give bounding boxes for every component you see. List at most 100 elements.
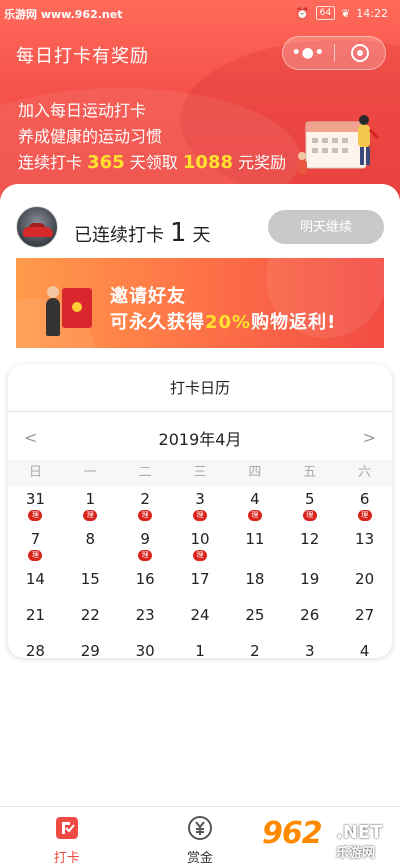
calendar-day[interactable]: 3 <box>282 638 337 658</box>
day-number: 4 <box>250 490 260 508</box>
calendar-day[interactable]: 17 <box>173 566 228 602</box>
banner-line-2-suffix: 购物返利! <box>251 312 337 333</box>
checked-in-badge: 理 <box>28 550 43 561</box>
calendar-day[interactable]: 31 理 <box>8 486 63 526</box>
weekday: 六 <box>358 465 372 480</box>
day-number: 25 <box>245 606 265 624</box>
day-number: 20 <box>355 570 375 588</box>
checked-in-badge: 理 <box>247 510 262 521</box>
calendar-day[interactable]: 12 <box>282 526 337 566</box>
checkin-icon <box>55 817 78 839</box>
calendar-day[interactable]: 4理 <box>227 486 282 526</box>
capsule-close-icon[interactable] <box>334 44 385 62</box>
weekday-header: 日 一 二 三 四 五 六 <box>8 460 392 486</box>
checked-in-badge: 理 <box>302 510 317 521</box>
day-number: 12 <box>300 530 320 548</box>
tab-checkin[interactable]: 打卡 <box>0 807 133 866</box>
calendar-day[interactable]: 28 <box>8 638 63 658</box>
invite-friends-banner[interactable]: 邀请好友 可永久获得20%购物返利! <box>16 258 384 348</box>
watermark-number: 962 <box>262 816 323 851</box>
calendar-day[interactable]: 6理 <box>337 486 392 526</box>
calendar-day[interactable]: 1理 <box>63 486 118 526</box>
calendar-day[interactable]: 19 <box>282 566 337 602</box>
red-envelope-icon <box>62 288 92 328</box>
calendar-day[interactable]: 2理 <box>118 486 173 526</box>
day-number: 3 <box>195 490 205 508</box>
calendar-day[interactable]: 11 <box>227 526 282 566</box>
person-illustration <box>46 298 60 336</box>
calendar-day[interactable]: 5理 <box>282 486 337 526</box>
calendar-day[interactable]: 23 <box>118 602 173 638</box>
watermark-net: .NET <box>336 822 383 843</box>
banner-line-2: 可永久获得20%购物返利! <box>110 310 336 336</box>
calendar-day[interactable]: 10 理 <box>173 526 228 566</box>
calendar-day[interactable]: 7理 <box>8 526 63 566</box>
calendar-day[interactable]: 8 <box>63 526 118 566</box>
banner-text: 邀请好友 可永久获得20%购物返利! <box>110 284 336 336</box>
calendar-day[interactable]: 16 <box>118 566 173 602</box>
continue-tomorrow-button[interactable]: 明天继续 <box>268 210 384 244</box>
watermark-cn: 乐游网 <box>336 846 376 861</box>
mini-program-capsule: •●• <box>282 36 386 70</box>
calendar-day[interactable]: 14 <box>8 566 63 602</box>
checkin-streak: 已连续打卡 1 天 <box>74 218 211 248</box>
calendar-day[interactable]: 25 <box>227 602 282 638</box>
status-bar: 乐游网 www.962.net ⏰ 64 ❦ 14:22 <box>0 0 400 28</box>
calendar-day[interactable]: 21 <box>8 602 63 638</box>
avatar[interactable] <box>16 206 58 248</box>
checked-in-badge: 理 <box>138 550 153 561</box>
day-number: 2 <box>250 642 260 658</box>
calendar-day[interactable]: 22 <box>63 602 118 638</box>
streak-prefix: 已连续打卡 <box>74 225 164 246</box>
calendar-week-row: 7 理 8 9 理 10 理 11 12 13 <box>8 526 392 566</box>
banner-line-1: 邀请好友 <box>110 286 186 307</box>
calendar-grid: 31 理 1 理 2 理 3 理 4 理 5 理 6 理 7 理 8 9 理 10 理 11 12 13 14 15 16 17 18 1… <box>8 486 392 658</box>
more-dots-icon[interactable]: •●• <box>283 45 334 61</box>
site-watermark: 乐游网 www.962.net <box>4 8 123 21</box>
day-number: 24 <box>190 606 210 624</box>
calendar-day[interactable]: 24 <box>173 602 228 638</box>
navigation-bar: 每日打卡有奖励 •●• <box>0 30 400 78</box>
promo-amount: 1088 <box>182 152 233 173</box>
calendar-day[interactable]: 2 <box>227 638 282 658</box>
day-number: 9 <box>140 530 150 548</box>
day-number: 8 <box>85 530 96 548</box>
yuan-coin-icon <box>187 816 212 840</box>
next-month-button[interactable]: > <box>363 428 376 447</box>
calendar-day[interactable]: 1 <box>173 638 228 658</box>
calendar-day[interactable]: 3理 <box>173 486 228 526</box>
weekday: 三 <box>193 465 207 480</box>
streak-days: 1 <box>170 218 187 248</box>
checkin-calendar: 打卡日历 < 2019年4月 > 日 一 二 三 四 五 六 31 理 1 理 2 理 3 理… <box>8 364 392 658</box>
calendar-day[interactable]: 26 <box>282 602 337 638</box>
calendar-day[interactable]: 18 <box>227 566 282 602</box>
day-number: 22 <box>80 606 100 624</box>
calendar-day[interactable]: 13 <box>337 526 392 566</box>
day-number: 13 <box>355 530 375 548</box>
person-illustration <box>47 286 59 298</box>
calendar-day[interactable]: 9理 <box>118 526 173 566</box>
leaf-icon: ❦ <box>341 6 351 20</box>
promo-prefix: 连续打卡 <box>18 153 83 172</box>
day-number: 28 <box>25 642 45 658</box>
checked-in-badge: 理 <box>138 510 153 521</box>
promo-line-2: 养成健康的运动习惯 <box>18 127 163 146</box>
calendar-week-row: 31 理 1 理 2 理 3 理 4 理 5 理 6 理 <box>8 486 392 526</box>
calendar-day[interactable]: 15 <box>63 566 118 602</box>
tab-bounty[interactable]: 赏金 <box>133 807 266 866</box>
calendar-day[interactable]: 4 <box>337 638 392 658</box>
weekday: 二 <box>138 465 152 480</box>
calendar-day[interactable]: 30 <box>118 638 173 658</box>
day-number: 15 <box>80 570 100 588</box>
calendar-day[interactable]: 20 <box>337 566 392 602</box>
calendar-day[interactable]: 27 <box>337 602 392 638</box>
day-number: 26 <box>300 606 320 624</box>
day-number: 23 <box>135 606 155 624</box>
day-number: 11 <box>245 530 265 548</box>
checked-in-badge: 理 <box>193 510 207 521</box>
header-banner: 乐游网 www.962.net ⏰ 64 ❦ 14:22 每日打卡有奖励 •●•… <box>0 0 400 200</box>
day-number: 1 <box>85 490 96 508</box>
streak-suffix: 天 <box>192 225 211 246</box>
weekday: 一 <box>83 465 97 480</box>
calendar-day[interactable]: 29 <box>63 638 118 658</box>
